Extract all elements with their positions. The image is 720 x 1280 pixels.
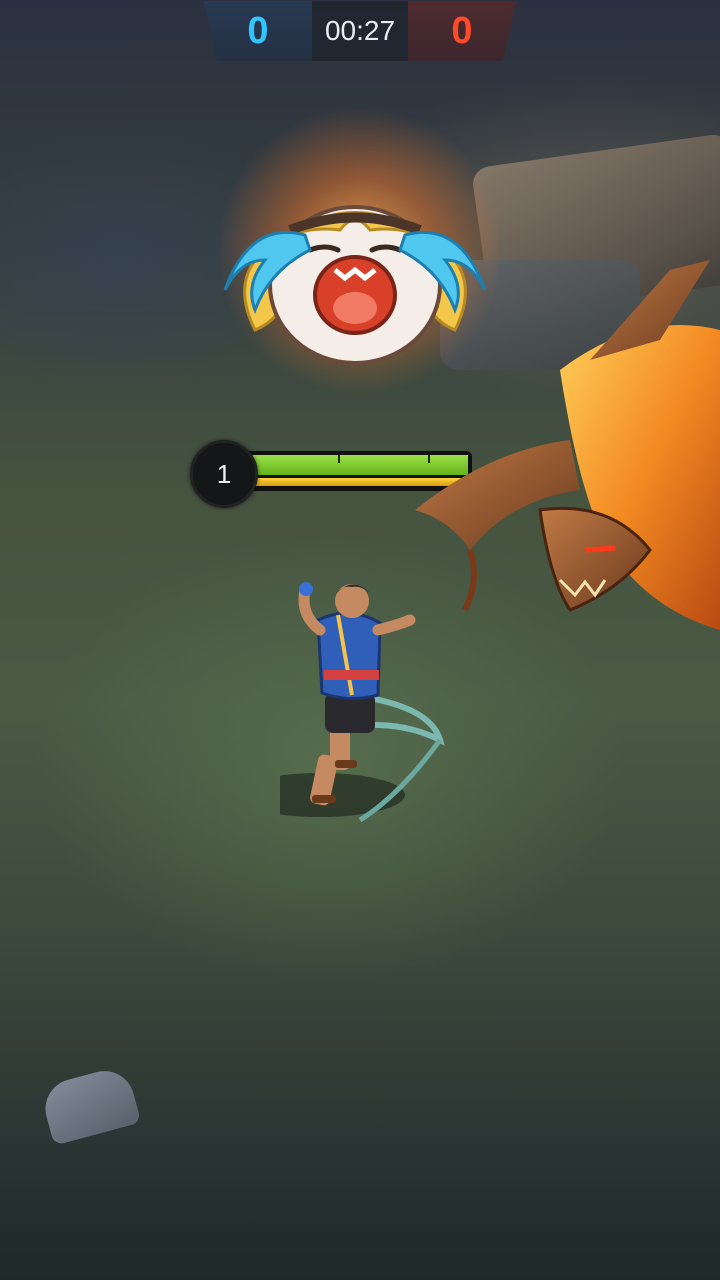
blue-team-score: 0 (204, 1, 312, 61)
game-scene[interactable]: 0 00:27 0 1 (0, 0, 720, 1280)
hero-level-badge: 1 (190, 440, 258, 508)
hp-tick (338, 455, 340, 463)
red-team-score: 0 (408, 1, 516, 61)
player-hero[interactable] (280, 575, 450, 825)
fire-beast-monster[interactable] (410, 250, 720, 690)
ground-stone (38, 1064, 142, 1146)
match-timer: 00:27 (312, 1, 408, 61)
scoreboard: 0 00:27 0 (150, 0, 570, 62)
